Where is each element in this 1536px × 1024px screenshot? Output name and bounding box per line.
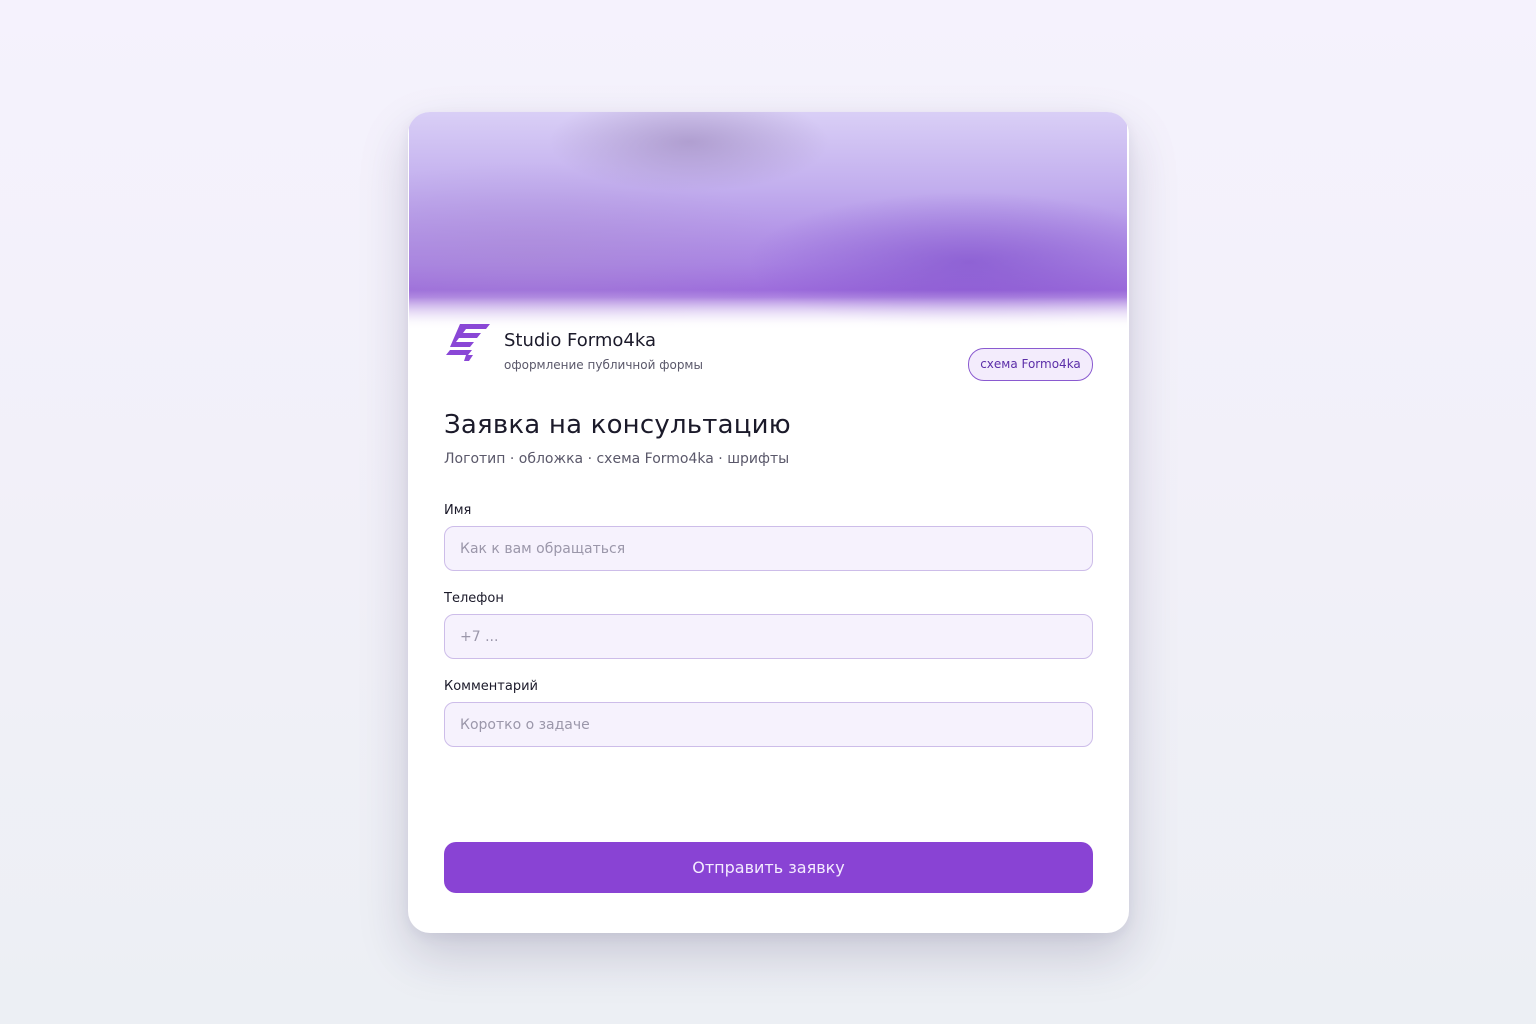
phone-field-label: Телефон <box>444 591 504 606</box>
name-field-label: Имя <box>444 503 472 518</box>
form-card: Studio Formo4ka оформление публичной фор… <box>408 112 1129 933</box>
formo4ka-logo-icon <box>446 324 490 361</box>
cover-image <box>409 112 1127 330</box>
comment-input[interactable] <box>444 702 1093 747</box>
form-subtitle: Логотип · обложка · схема Formo4ka · шри… <box>444 451 790 467</box>
name-input[interactable] <box>444 526 1093 571</box>
form-title: Заявка на консультацию <box>444 410 791 440</box>
brand-name: Studio Formo4ka <box>504 330 656 351</box>
scheme-badge: схема Formo4ka <box>968 348 1093 381</box>
comment-field-label: Комментарий <box>444 679 538 694</box>
phone-input[interactable] <box>444 614 1093 659</box>
submit-button[interactable]: Отправить заявку <box>444 842 1093 893</box>
brand-subtitle: оформление публичной формы <box>504 358 703 372</box>
